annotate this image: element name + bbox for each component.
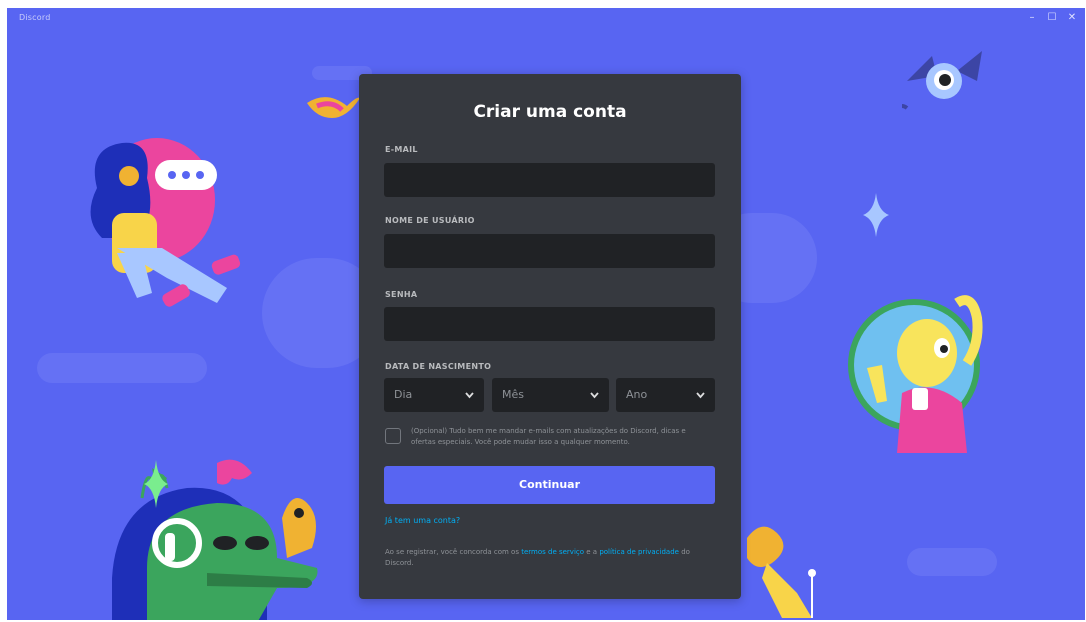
sparkle-icon xyxy=(144,460,168,508)
password-field[interactable] xyxy=(384,307,715,341)
flying-bird-illustration xyxy=(307,97,360,118)
dob-day-select[interactable]: Dia xyxy=(384,378,484,412)
terms-link[interactable]: termos de serviço xyxy=(521,548,584,556)
dob-year-value: Ano xyxy=(626,388,648,401)
trumpet-illustration xyxy=(747,526,816,618)
background-cloud xyxy=(37,353,207,383)
background-cloud xyxy=(907,548,997,576)
chevron-down-icon xyxy=(465,378,474,427)
title-bar: Discord – ☐ ✕ xyxy=(7,8,1085,30)
page-title: Criar uma conta xyxy=(473,102,627,122)
eye-creature-illustration xyxy=(902,51,982,110)
maximize-icon[interactable]: ☐ xyxy=(1043,10,1061,26)
dob-year-select[interactable]: Ano xyxy=(616,378,715,412)
chevron-down-icon xyxy=(590,378,599,427)
login-link[interactable]: Já tem uma conta? xyxy=(385,516,460,525)
email-optin-checkbox[interactable] xyxy=(385,428,401,444)
sparkle-icon xyxy=(863,193,889,237)
password-label: SENHA xyxy=(385,290,418,299)
minimize-icon[interactable]: – xyxy=(1023,10,1041,26)
email-optin-text: (Opcional) Tudo bem me mandar e-mails co… xyxy=(411,427,686,446)
legal-mid: e a xyxy=(586,548,598,556)
dob-month-select[interactable]: Mês xyxy=(492,378,609,412)
email-field[interactable] xyxy=(384,163,715,197)
waving-character-illustration xyxy=(848,295,983,453)
dob-month-value: Mês xyxy=(502,388,524,401)
dob-day-value: Dia xyxy=(394,388,413,401)
app-title: Discord xyxy=(19,13,51,22)
username-field[interactable] xyxy=(384,234,715,268)
app-window: Discord – ☐ ✕ Criar uma conta E-MAIL NOM… xyxy=(7,8,1085,620)
person-chatting-illustration xyxy=(90,138,241,307)
green-monster-illustration xyxy=(112,459,318,620)
continue-button[interactable]: Continuar xyxy=(384,466,715,504)
legal-prefix: Ao se registrar, você concorda com os xyxy=(385,548,519,556)
dob-label: DATA DE NASCIMENTO xyxy=(385,362,492,371)
legal-text: Ao se registrar, você concorda com os te… xyxy=(385,547,710,569)
email-label: E-MAIL xyxy=(385,145,418,154)
username-label: NOME DE USUÁRIO xyxy=(385,216,475,225)
chevron-down-icon xyxy=(696,378,705,427)
privacy-link[interactable]: política de privacidade xyxy=(599,548,679,556)
close-icon[interactable]: ✕ xyxy=(1063,10,1081,26)
register-card: Criar uma conta E-MAIL NOME DE USUÁRIO S… xyxy=(359,74,741,599)
